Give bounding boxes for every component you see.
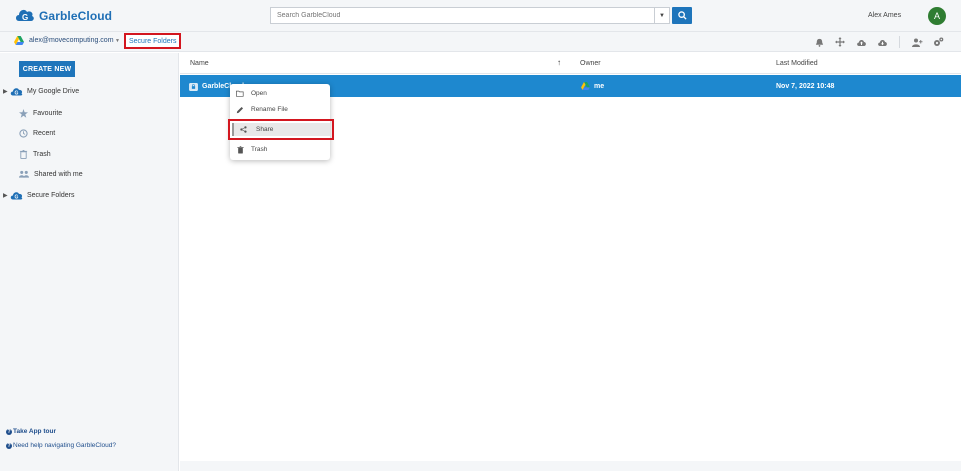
people-icon xyxy=(19,170,29,178)
bell-icon xyxy=(815,38,823,47)
expand-arrow-icon[interactable]: ▶ xyxy=(3,88,9,95)
google-drive-icon xyxy=(14,36,24,45)
secure-folder-icon xyxy=(189,83,198,91)
settings-button[interactable] xyxy=(931,35,945,49)
help-link-label: Need help navigating GarbleCloud? xyxy=(13,442,116,449)
context-menu-share[interactable]: Share xyxy=(228,119,334,140)
google-drive-icon xyxy=(581,82,590,90)
help-link-label: Take App tour xyxy=(13,428,56,435)
folder-open-icon xyxy=(236,90,244,98)
breadcrumb-secure-folders[interactable]: Secure Folders xyxy=(124,33,182,49)
search-button[interactable] xyxy=(672,7,692,24)
file-last-modified: Nov 7, 2022 10:48 xyxy=(776,83,835,90)
search-input[interactable] xyxy=(270,7,654,24)
context-menu-label: Trash xyxy=(251,146,268,153)
column-header-name[interactable]: Name xyxy=(190,60,209,67)
context-menu-rename[interactable]: Rename File xyxy=(230,102,330,117)
account-bar: alex@movecomputing.com ▼ Secure Folders xyxy=(0,32,961,52)
sidebar-item-label: Recent xyxy=(33,130,56,137)
move-arrows-icon xyxy=(835,37,845,47)
expand-arrow-icon[interactable]: ▶ xyxy=(3,192,9,199)
sidebar-item-label: Trash xyxy=(33,151,51,158)
account-selector[interactable]: alex@movecomputing.com xyxy=(14,36,114,45)
move-button[interactable] xyxy=(833,35,847,49)
search-bar: ▼ xyxy=(270,7,694,24)
trash-icon xyxy=(236,145,244,154)
download-button[interactable] xyxy=(875,35,889,49)
sidebar-item-label: My Google Drive xyxy=(27,88,80,95)
share-icon xyxy=(240,126,247,135)
user-name[interactable]: Alex Ames xyxy=(868,12,901,19)
sidebar: CREATE NEW ▶ G My Google Drive Favourite… xyxy=(0,53,179,471)
gears-icon xyxy=(933,37,943,46)
garblecloud-icon: G xyxy=(10,192,23,201)
trash-icon xyxy=(19,150,28,159)
help-icon: ? xyxy=(6,442,12,449)
sidebar-item-my-google-drive[interactable]: ▶ G My Google Drive xyxy=(3,86,79,97)
context-menu-label: Open xyxy=(251,90,267,97)
logo-text: GarbleCloud xyxy=(39,9,113,23)
top-header: G GarbleCloud ▼ Alex Ames A xyxy=(0,0,961,32)
navigation-help-link[interactable]: ? Need help navigating GarbleCloud? xyxy=(6,442,116,449)
column-header-owner[interactable]: Owner xyxy=(580,60,601,67)
file-owner: me xyxy=(594,83,605,90)
pencil-icon xyxy=(236,106,244,114)
sort-ascending-icon[interactable]: ↑ xyxy=(557,58,561,67)
context-menu-open[interactable]: Open xyxy=(230,86,330,101)
upload-button[interactable] xyxy=(854,35,868,49)
svg-text:G: G xyxy=(15,195,19,201)
sidebar-item-label: Favourite xyxy=(33,110,63,117)
column-header-last-modified[interactable]: Last Modified xyxy=(776,60,818,67)
cloud-download-icon xyxy=(877,39,887,46)
svg-text:G: G xyxy=(22,13,28,22)
svg-text:G: G xyxy=(15,91,19,97)
sidebar-item-shared-with-me[interactable]: Shared with me xyxy=(19,170,83,179)
toolbar xyxy=(805,35,945,49)
toolbar-divider xyxy=(899,36,900,48)
search-dropdown-button[interactable]: ▼ xyxy=(654,7,670,24)
garblecloud-icon: G xyxy=(10,88,23,97)
sidebar-item-trash[interactable]: Trash xyxy=(19,150,51,159)
garblecloud-logo-icon: G xyxy=(16,9,34,22)
caret-down-icon: ▼ xyxy=(659,12,665,19)
help-icon: ? xyxy=(6,428,12,435)
context-menu-label: Rename File xyxy=(251,106,288,113)
context-menu-label: Share xyxy=(256,126,274,133)
add-user-button[interactable] xyxy=(910,35,924,49)
account-email: alex@movecomputing.com xyxy=(29,37,114,44)
share-highlight: Share xyxy=(232,123,330,136)
sidebar-item-recent[interactable]: Recent xyxy=(19,129,55,138)
main-footer xyxy=(180,461,961,471)
context-menu-trash[interactable]: Trash xyxy=(230,142,330,157)
sidebar-item-label: Shared with me xyxy=(34,171,83,178)
notifications-button[interactable] xyxy=(812,35,826,49)
add-user-icon xyxy=(911,38,922,47)
logo[interactable]: G GarbleCloud xyxy=(14,6,112,26)
caret-down-icon[interactable]: ▼ xyxy=(115,38,120,44)
star-icon xyxy=(19,109,28,118)
sidebar-item-label: Secure Folders xyxy=(27,192,75,199)
avatar[interactable]: A xyxy=(928,7,946,25)
search-icon xyxy=(677,11,687,20)
clock-icon xyxy=(19,129,28,138)
table-header: Name ↑ Owner Last Modified xyxy=(180,53,961,74)
cloud-upload-icon xyxy=(856,39,866,46)
sidebar-item-favourite[interactable]: Favourite xyxy=(19,109,62,118)
sidebar-item-secure-folders[interactable]: ▶ G Secure Folders xyxy=(3,190,74,201)
take-app-tour-link[interactable]: ? Take App tour xyxy=(6,428,56,435)
create-new-button[interactable]: CREATE NEW xyxy=(19,61,75,77)
